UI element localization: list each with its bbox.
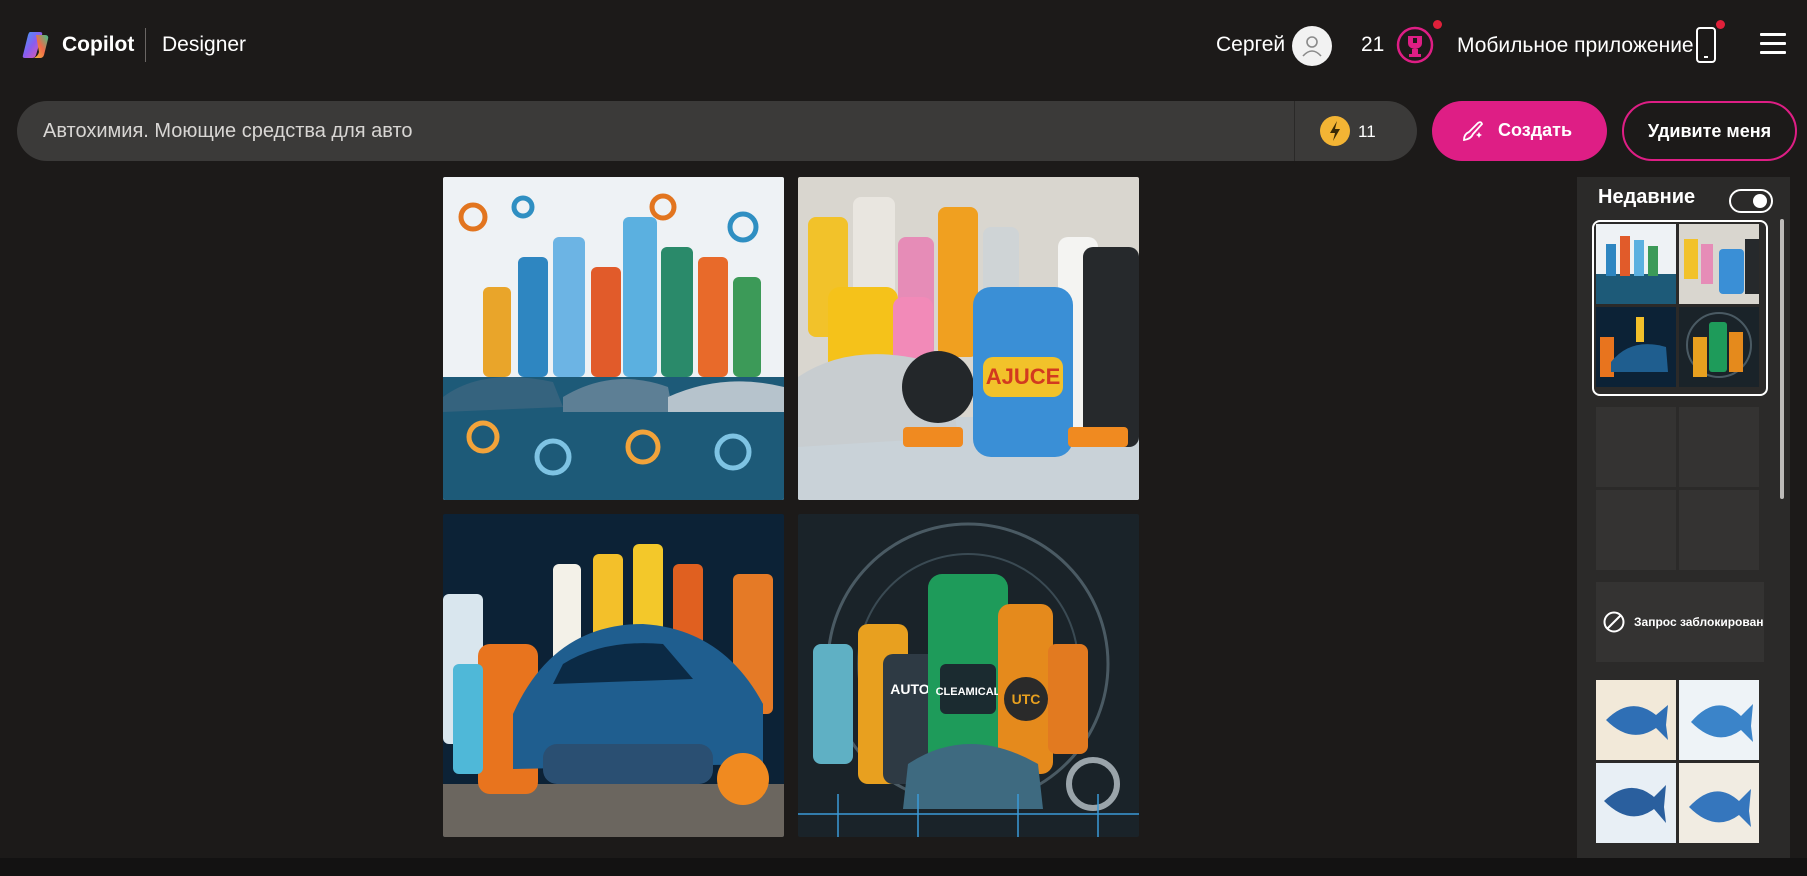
toggle-knob — [1753, 194, 1767, 208]
create-button-label: Создать — [1498, 120, 1573, 140]
boost-icon[interactable] — [1320, 116, 1350, 146]
boosts-remaining: 11 — [1358, 122, 1376, 141]
generated-image-3[interactable] — [443, 514, 784, 837]
create-button[interactable]: Создать — [1432, 101, 1607, 161]
magic-brush-icon — [1463, 121, 1484, 142]
bottom-bar — [0, 858, 1807, 876]
product-name[interactable]: Designer — [162, 33, 246, 57]
phone-icon[interactable] — [1694, 26, 1718, 64]
generated-image-4[interactable]: AUTO CLEAMICAL UTC — [798, 514, 1139, 837]
mobile-notification-dot — [1716, 20, 1725, 29]
image-label-text: CLEAMICAL — [936, 686, 1001, 698]
recent-thumbnail — [1596, 680, 1676, 760]
image-label-text: AUTO — [890, 681, 930, 697]
recent-placeholder — [1596, 490, 1676, 570]
rewards-count: 21 — [1361, 33, 1385, 56]
recent-item-blocked[interactable]: Запрос заблокирован — [1596, 582, 1764, 662]
recent-thumbnail — [1596, 224, 1676, 304]
recent-thumbnail — [1596, 763, 1676, 843]
recent-item-current[interactable] — [1592, 220, 1768, 396]
rewards-icon[interactable] — [1395, 25, 1435, 65]
recent-placeholder — [1596, 407, 1676, 487]
user-avatar-icon[interactable] — [1292, 26, 1332, 66]
prompt-input[interactable] — [43, 101, 1303, 161]
recent-item-fish[interactable] — [1596, 680, 1764, 848]
recent-toggle[interactable] — [1729, 189, 1773, 213]
surprise-me-button[interactable]: Удивите меня — [1622, 101, 1797, 161]
image-label-text: AJUCE — [986, 364, 1061, 389]
recent-placeholder — [1679, 490, 1759, 570]
recent-scrollbar[interactable] — [1780, 219, 1784, 499]
recent-thumbnail — [1679, 680, 1759, 760]
copilot-logo-icon[interactable] — [20, 29, 52, 61]
prompt-bar: 11 — [17, 101, 1417, 161]
recent-thumbnail — [1596, 307, 1676, 387]
generated-image-2[interactable]: AJUCE — [798, 177, 1139, 500]
recent-thumbnail — [1679, 224, 1759, 304]
brand-name[interactable]: Copilot — [62, 33, 134, 57]
recent-thumbnail — [1679, 763, 1759, 843]
recent-thumbnail — [1679, 307, 1759, 387]
blocked-icon — [1603, 611, 1625, 633]
header-divider — [145, 28, 146, 62]
rewards-notification-dot — [1433, 20, 1442, 29]
top-header: Copilot Designer Сергей 21 Мобильное при… — [0, 0, 1807, 90]
recent-panel: Недавние Запрос заблокирован — [1577, 177, 1790, 876]
prompt-separator — [1294, 101, 1295, 161]
user-name[interactable]: Сергей — [1216, 33, 1285, 57]
generated-image-1[interactable] — [443, 177, 784, 500]
recent-placeholder — [1679, 407, 1759, 487]
recent-title: Недавние — [1598, 186, 1696, 208]
recent-item-loading[interactable] — [1596, 407, 1764, 575]
image-label-text: UTC — [1012, 691, 1041, 707]
hamburger-menu-icon[interactable] — [1760, 33, 1786, 55]
mobile-app-link[interactable]: Мобильное приложение — [1457, 34, 1694, 58]
blocked-text: Запрос заблокирован — [1634, 615, 1764, 629]
